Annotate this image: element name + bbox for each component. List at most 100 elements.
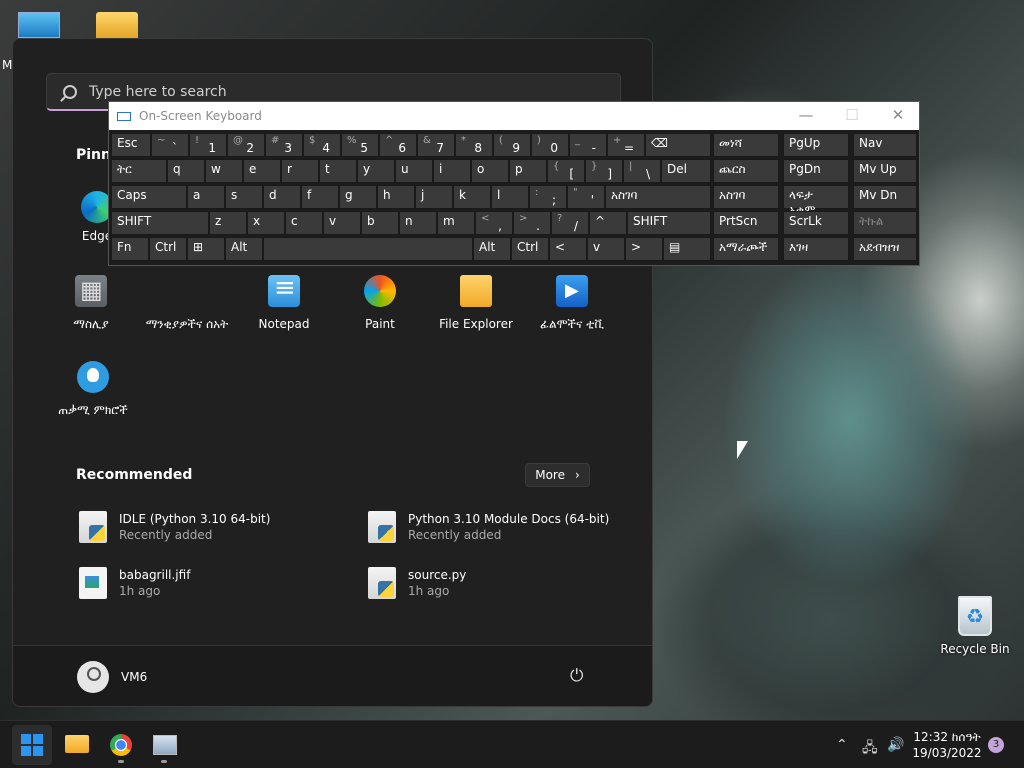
osk-key[interactable]: ትር bbox=[111, 159, 167, 183]
osk-key[interactable]: ~ ` bbox=[151, 133, 189, 157]
user-name[interactable]: VM6 bbox=[121, 670, 147, 684]
osk-key[interactable]: ? / bbox=[551, 211, 589, 235]
osk-key[interactable]: w bbox=[205, 159, 243, 183]
osk-side-key[interactable]: PgUp bbox=[783, 133, 849, 157]
osk-key[interactable]: SHIFT bbox=[627, 211, 711, 235]
osk-key[interactable]: u bbox=[395, 159, 433, 183]
osk-key[interactable]: ! 1 bbox=[189, 133, 227, 157]
osk-key[interactable]: Ctrl bbox=[511, 237, 549, 261]
osk-key[interactable]: s bbox=[225, 185, 263, 209]
power-icon[interactable]: ⏻ bbox=[570, 666, 590, 686]
osk-key[interactable]: v bbox=[323, 211, 361, 235]
pinned-app-file-explorer[interactable]: File Explorer bbox=[428, 275, 524, 331]
osk-key[interactable]: * 8 bbox=[455, 133, 493, 157]
osk-key[interactable]: j bbox=[415, 185, 453, 209]
osk-key[interactable]: y bbox=[357, 159, 395, 183]
osk-key[interactable]: p bbox=[509, 159, 547, 183]
osk-key[interactable]: & 7 bbox=[417, 133, 455, 157]
volume-icon[interactable]: 🔊 bbox=[887, 737, 904, 753]
close-button[interactable]: ✕ bbox=[875, 106, 921, 126]
maximize-button[interactable]: ☐ bbox=[829, 106, 875, 126]
osk-key[interactable]: d bbox=[263, 185, 301, 209]
osk-key[interactable]: i bbox=[433, 159, 471, 183]
osk-key[interactable]: Alt bbox=[473, 237, 511, 261]
pinned-app-notepad[interactable]: Notepad bbox=[236, 273, 332, 331]
osk-key[interactable]: (9 bbox=[493, 133, 531, 157]
pinned-app-paint[interactable]: Paint bbox=[332, 275, 428, 331]
osk-side-key[interactable]: ትኩል bbox=[853, 211, 917, 235]
osk-key[interactable]: @2 bbox=[227, 133, 265, 157]
desktop-icon-1[interactable] bbox=[18, 12, 60, 38]
more-button[interactable]: More › bbox=[525, 463, 590, 487]
osk-key[interactable]: Fn bbox=[111, 237, 149, 261]
minimize-button[interactable]: — bbox=[783, 106, 829, 126]
network-icon[interactable]: 🖧 bbox=[862, 737, 878, 761]
recommended-item[interactable]: Python 3.10 Module Docs (64-bit) Recentl… bbox=[368, 511, 609, 543]
osk-key[interactable]: b bbox=[361, 211, 399, 235]
osk-key[interactable]: > bbox=[625, 237, 663, 261]
taskbar-clock[interactable]: 12:32 ከሰዓት 19/03/2022 bbox=[912, 729, 982, 761]
user-avatar[interactable] bbox=[77, 661, 109, 693]
osk-key[interactable]: % 5 bbox=[341, 133, 379, 157]
osk-key[interactable]: ⊞ bbox=[187, 237, 225, 261]
taskbar-chrome[interactable] bbox=[101, 725, 141, 765]
osk-key[interactable]: ^ bbox=[589, 211, 627, 235]
osk-title-bar[interactable]: On-Screen Keyboard — ☐ ✕ bbox=[109, 102, 919, 130]
osk-side-key[interactable]: ጨርስ bbox=[713, 159, 779, 183]
osk-side-key[interactable]: አማራጮች bbox=[713, 237, 779, 261]
osk-side-key[interactable]: Mv Dn bbox=[853, 185, 917, 209]
osk-key[interactable]: f bbox=[301, 185, 339, 209]
osk-key[interactable]: h bbox=[377, 185, 415, 209]
desktop-folder-icon[interactable] bbox=[96, 12, 138, 38]
osk-key[interactable]: n bbox=[399, 211, 437, 235]
notification-badge[interactable]: 3 bbox=[988, 737, 1004, 753]
osk-side-key[interactable]: ScrLk bbox=[783, 211, 849, 235]
osk-key[interactable]: o bbox=[471, 159, 509, 183]
osk-key[interactable]: | \ bbox=[623, 159, 661, 183]
osk-key[interactable]: SHIFT bbox=[111, 211, 209, 235]
osk-key[interactable]: z bbox=[209, 211, 247, 235]
osk-side-key[interactable]: እገዛ bbox=[783, 237, 849, 261]
osk-key[interactable]: c bbox=[285, 211, 323, 235]
osk-key[interactable]: q bbox=[167, 159, 205, 183]
osk-key[interactable]: ▤ bbox=[663, 237, 711, 261]
recommended-item[interactable]: IDLE (Python 3.10 64-bit) Recently added bbox=[79, 511, 270, 543]
osk-key[interactable]: >. bbox=[513, 211, 551, 235]
pinned-app-alarms-clock[interactable]: ማንቂያዎችና ሰአት bbox=[139, 275, 235, 332]
recycle-bin[interactable]: Recycle Bin bbox=[940, 596, 1010, 656]
osk-key[interactable]: t bbox=[319, 159, 357, 183]
osk-key[interactable]: Alt bbox=[225, 237, 263, 261]
recommended-item[interactable]: babagrill.jfif 1h ago bbox=[79, 567, 190, 599]
osk-key[interactable]: Caps bbox=[111, 185, 187, 209]
taskbar-file-explorer[interactable] bbox=[57, 725, 97, 765]
osk-key[interactable]: e bbox=[243, 159, 281, 183]
pinned-app-films-tv[interactable]: ፊልሞችና ቲቪ bbox=[524, 275, 620, 332]
osk-key[interactable]: " ' bbox=[567, 185, 605, 209]
recommended-item[interactable]: source.py 1h ago bbox=[368, 567, 466, 599]
osk-key[interactable]: #3 bbox=[265, 133, 303, 157]
osk-key[interactable]: <, bbox=[475, 211, 513, 235]
osk-key[interactable]: a bbox=[187, 185, 225, 209]
osk-side-key[interactable]: PrtScn bbox=[713, 211, 779, 235]
osk-key[interactable]: g bbox=[339, 185, 377, 209]
osk-key[interactable]: k bbox=[453, 185, 491, 209]
osk-key[interactable]: ⌫ bbox=[645, 133, 711, 157]
osk-key[interactable]: x bbox=[247, 211, 285, 235]
osk-key[interactable]: + = bbox=[607, 133, 645, 157]
chevron-up-icon[interactable]: ⌃ bbox=[836, 737, 848, 753]
osk-key[interactable]: Del bbox=[661, 159, 711, 183]
osk-side-key[interactable]: Nav bbox=[853, 133, 917, 157]
osk-key[interactable]: r bbox=[281, 159, 319, 183]
osk-side-key[interactable]: መነሻ bbox=[713, 133, 779, 157]
osk-side-key[interactable]: አስገባ bbox=[713, 185, 779, 209]
osk-key[interactable]: m bbox=[437, 211, 475, 235]
osk-side-key[interactable]: አደብዝዝ bbox=[853, 237, 917, 261]
osk-key[interactable]: {[ bbox=[547, 159, 585, 183]
osk-key[interactable]: l bbox=[491, 185, 529, 209]
osk-side-key[interactable]: ላፍታ አቁም bbox=[783, 185, 849, 217]
taskbar-on-screen-keyboard[interactable] bbox=[144, 725, 184, 765]
osk-key[interactable] bbox=[263, 237, 473, 261]
osk-key[interactable]: አስገባ bbox=[605, 185, 711, 209]
osk-side-key[interactable]: PgDn bbox=[783, 159, 849, 183]
pinned-app-tips[interactable]: ጠቃሚ ምክሮች bbox=[45, 361, 141, 418]
